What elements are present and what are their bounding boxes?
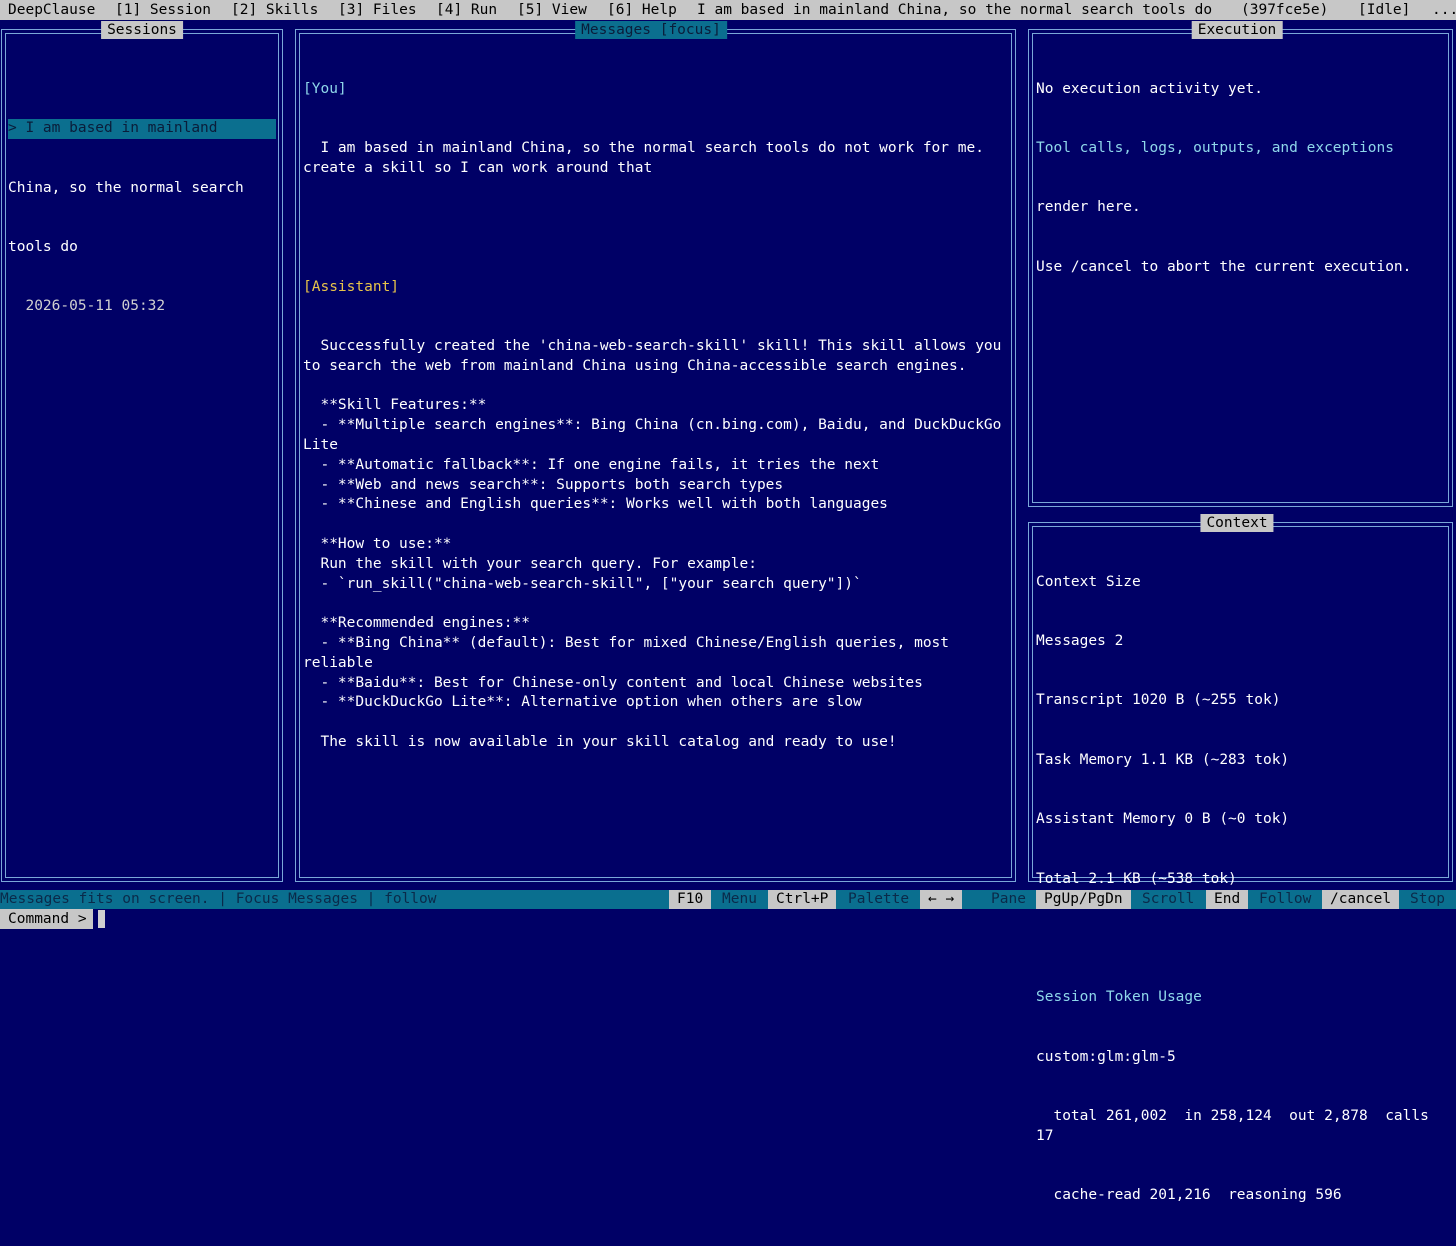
action-scroll[interactable]: Scroll	[1134, 890, 1202, 909]
key-pgup-pgdn[interactable]: PgUp/PgDn	[1036, 890, 1131, 909]
key-cancel[interactable]: /cancel	[1322, 890, 1400, 909]
assistant-message-line: **Skill Features:**	[303, 397, 487, 414]
assistant-message-line: - **Baidu**: Best for Chinese-only conte…	[303, 674, 923, 691]
assistant-message-line: Run the skill with your search query. Fo…	[303, 555, 757, 572]
sessions-list: > I am based in mainland China, so the n…	[8, 40, 276, 396]
usage-model: custom:glm:glm-5	[1036, 1048, 1176, 1065]
command-input[interactable]	[98, 910, 105, 928]
context-task-memory: Task Memory 1.1 KB (~283 tok)	[1036, 751, 1290, 768]
command-line: Command >	[0, 909, 1456, 929]
assistant-message-line: - `run_skill("china-web-search-skill", […	[303, 575, 862, 592]
action-pane[interactable]: Pane	[983, 890, 1034, 909]
menu-bar: DeepClause [1] Session [2] Skills [3] Fi…	[0, 0, 1456, 20]
context-title: Context	[1200, 514, 1274, 532]
session-item-line1: > I am based in mainland	[8, 119, 276, 139]
you-message: I am based in mainland China, so the nor…	[303, 139, 993, 176]
menu-skills[interactable]: [2] Skills	[231, 0, 318, 20]
app-name: DeepClause	[8, 2, 96, 18]
menu-files[interactable]: [3] Files	[338, 0, 417, 20]
menu-session[interactable]: [1] Session	[115, 0, 211, 20]
assistant-message-line: - **DuckDuckGo Lite**: Alternative optio…	[303, 694, 862, 711]
context-heading: Context Size	[1036, 573, 1141, 590]
menu-view[interactable]: [5] View	[517, 0, 587, 20]
usage-totals: total 261,002 in 258,124 out 2,878 calls…	[1036, 1108, 1438, 1144]
menu-help[interactable]: [6] Help	[607, 0, 677, 20]
action-stop[interactable]: Stop	[1402, 890, 1453, 909]
action-follow[interactable]: Follow	[1251, 890, 1319, 909]
key-f10[interactable]: F10	[669, 890, 712, 909]
assistant-message-line: **How to use:**	[303, 535, 452, 552]
key-end[interactable]: End	[1206, 890, 1249, 909]
context-assistant-memory: Assistant Memory 0 B (~0 tok)	[1036, 811, 1290, 828]
sessions-pane[interactable]: Sessions > I am based in mainland China,…	[1, 21, 283, 882]
command-label: Command >	[0, 909, 93, 929]
key-ctrl-p[interactable]: Ctrl+P	[768, 890, 837, 909]
key-arrows[interactable]: ← →	[920, 890, 963, 909]
context-messages: Messages 2	[1036, 632, 1124, 649]
execution-line: No execution activity yet.	[1036, 80, 1263, 97]
assistant-message-line	[303, 515, 1008, 535]
assistant-message-line: - **Web and news search**: Supports both…	[303, 476, 784, 493]
run-state: [Idle]	[1358, 2, 1411, 18]
assistant-message-line: - **Chinese and English queries**: Works…	[303, 496, 888, 513]
session-item-date: 2026-05-11 05:32	[8, 298, 166, 315]
execution-hint: Tool calls, logs, outputs, and exception…	[1036, 139, 1394, 156]
assistant-message-line: - **Automatic fallback**: If one engine …	[303, 456, 880, 473]
session-title: I am based in mainland China, so the nor…	[697, 2, 1213, 18]
assistant-message-line: Successfully created the 'china-web-sear…	[303, 337, 1011, 374]
messages-content: [You] I am based in mainland China, so t…	[303, 40, 1008, 792]
session-id: (397fce5e)	[1241, 2, 1329, 18]
you-label: [You]	[303, 80, 347, 97]
session-item-line2: China, so the normal search	[8, 179, 244, 196]
status-text: Messages fits on screen. | Focus Message…	[0, 891, 437, 907]
messages-title: Messages [focus]	[575, 21, 727, 39]
assistant-message-line: **Recommended engines:**	[303, 615, 530, 632]
context-transcript: Transcript 1020 B (~255 tok)	[1036, 692, 1281, 709]
execution-hint-cont: render here.	[1036, 199, 1141, 216]
assistant-message-line	[303, 594, 1008, 614]
usage-heading: Session Token Usage	[1036, 989, 1202, 1006]
sessions-title: Sessions	[101, 21, 183, 39]
assistant-message: Successfully created the 'china-web-sear…	[303, 337, 1008, 753]
execution-cancel-hint: Use /cancel to abort the current executi…	[1036, 258, 1412, 275]
assistant-message-line: - **Bing China** (default): Best for mix…	[303, 634, 958, 671]
execution-pane[interactable]: Execution No execution activity yet. Too…	[1028, 21, 1453, 507]
context-total: Total 2.1 KB (~538 tok)	[1036, 870, 1237, 887]
menu-run[interactable]: [4] Run	[436, 0, 497, 20]
action-palette[interactable]: Palette	[840, 890, 917, 909]
status-bar: Messages fits on screen. | Focus Message…	[0, 890, 1456, 909]
action-menu[interactable]: Menu	[714, 890, 765, 909]
execution-title: Execution	[1191, 21, 1283, 39]
assistant-message-line	[303, 377, 1008, 397]
messages-pane[interactable]: Messages [focus] [You] I am based in mai…	[295, 21, 1016, 882]
execution-content: No execution activity yet. Tool calls, l…	[1036, 40, 1445, 317]
menu-overflow[interactable]: ...	[1432, 0, 1456, 20]
session-item-line3: tools do	[8, 238, 78, 255]
usage-cache: cache-read 201,216 reasoning 596	[1036, 1187, 1342, 1204]
session-item[interactable]: > I am based in mainland China, so the n…	[8, 80, 276, 357]
assistant-label: [Assistant]	[303, 278, 400, 295]
context-pane[interactable]: Context Context Size Messages 2 Transcri…	[1028, 514, 1453, 1203]
assistant-message-line	[303, 713, 1008, 733]
assistant-message-line: - **Multiple search engines**: Bing Chin…	[303, 417, 1011, 453]
assistant-message-line: The skill is now available in your skill…	[303, 733, 897, 750]
